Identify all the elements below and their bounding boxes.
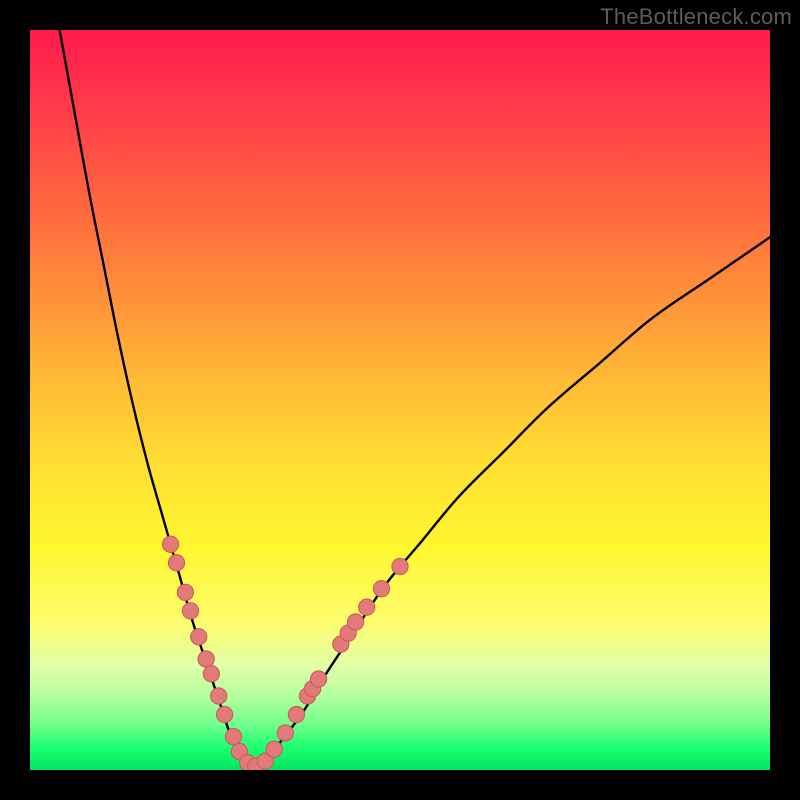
data-point — [359, 599, 375, 615]
data-point — [198, 651, 214, 667]
data-point — [191, 629, 207, 645]
curve-right-branch — [252, 237, 770, 766]
data-point — [182, 603, 198, 619]
data-point — [162, 536, 178, 552]
data-point — [392, 558, 408, 574]
curve-lines — [60, 30, 770, 766]
data-point — [310, 671, 326, 687]
data-point — [177, 584, 193, 600]
data-point — [373, 581, 389, 597]
curve-left-branch — [60, 30, 252, 766]
data-point — [277, 725, 293, 741]
data-point — [216, 706, 232, 722]
data-point — [211, 688, 227, 704]
chart-svg — [30, 30, 770, 770]
data-point — [266, 741, 282, 757]
data-point — [203, 666, 219, 682]
scatter-markers — [162, 536, 408, 770]
data-point — [347, 614, 363, 630]
data-point — [288, 706, 304, 722]
watermark-text: TheBottleneck.com — [600, 4, 792, 30]
data-point — [225, 729, 241, 745]
outer-frame: TheBottleneck.com — [0, 0, 800, 800]
data-point — [168, 555, 184, 571]
plot-area — [30, 30, 770, 770]
